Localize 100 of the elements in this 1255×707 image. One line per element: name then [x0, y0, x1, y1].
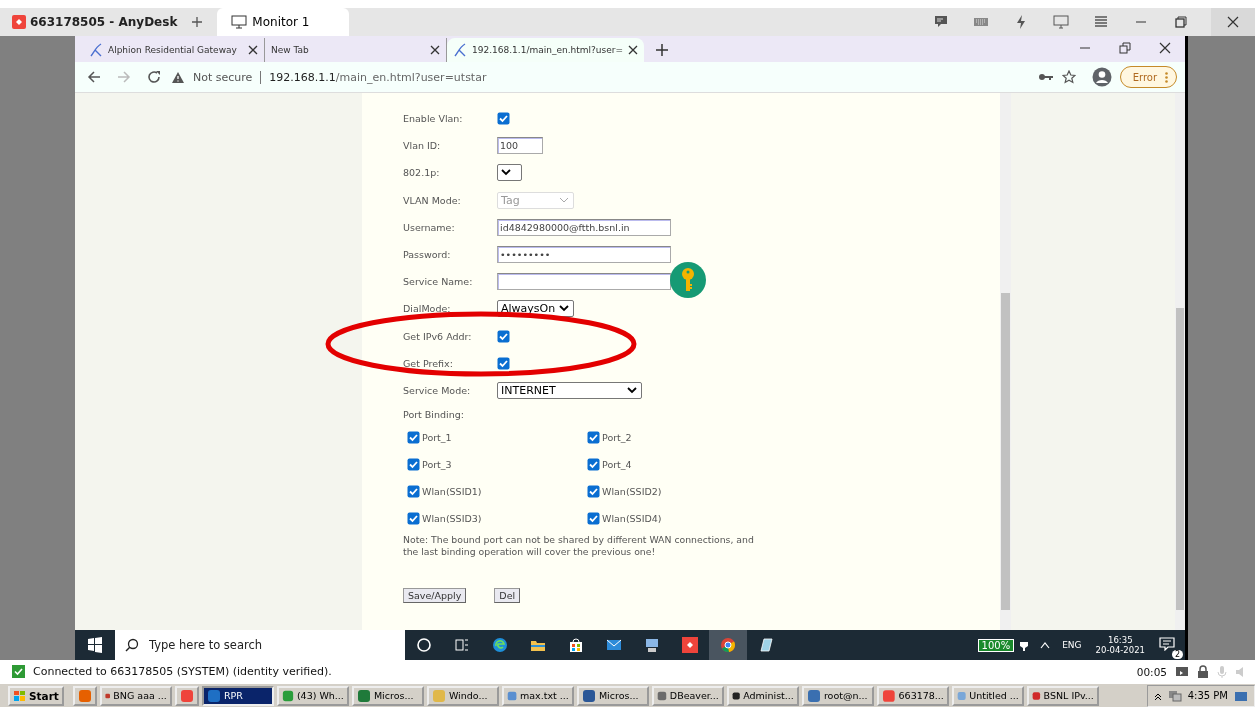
restore-icon[interactable]	[1119, 42, 1131, 54]
checkbox-label: Wlan(SSID3)	[422, 513, 482, 525]
checkbox-label: Port_1	[422, 432, 452, 444]
checkbox[interactable]	[587, 431, 600, 445]
profile-avatar-icon[interactable]	[1091, 67, 1112, 87]
status-message: Connected to 663178505 (SYSTEM) (identity verified).	[33, 665, 332, 679]
taskbar-button[interactable]: root@n...	[801, 685, 874, 706]
checkmark-icon	[12, 665, 25, 679]
site-logo-icon	[89, 43, 103, 57]
field-label: Enable Vlan:	[403, 113, 464, 125]
start-button[interactable]: Start	[8, 685, 64, 706]
notification-icon[interactable]	[1159, 637, 1175, 651]
chrome-icon[interactable]	[709, 630, 747, 660]
taskbar-app-icon[interactable]	[72, 685, 97, 706]
taskbar-button[interactable]: Micros...	[576, 685, 649, 706]
dropdown[interactable]	[497, 164, 522, 182]
checkbox[interactable]	[407, 485, 420, 499]
close-icon[interactable]	[430, 45, 440, 55]
checkbox[interactable]	[497, 356, 510, 370]
checkbox-label: Port_4	[602, 459, 632, 471]
browser-tab[interactable]: 192.168.1.1/main_en.html?user=	[447, 38, 644, 62]
field-label: Get Prefix:	[403, 357, 454, 369]
taskbar-button[interactable]: DBeaver...	[651, 685, 724, 706]
search-field[interactable]: Type here to search	[115, 630, 405, 660]
app-icon	[581, 688, 596, 703]
taskbar-button[interactable]: BSNL IPv...	[1026, 685, 1099, 706]
taskbar-button[interactable]: Windo...	[426, 685, 499, 706]
new-tab-icon[interactable]	[655, 44, 668, 56]
taskbar-button[interactable]: Untitled ...	[951, 685, 1024, 706]
new-tab-icon[interactable]	[191, 16, 204, 28]
taskbar-button[interactable]: RPR	[201, 685, 274, 706]
checkbox[interactable]	[407, 431, 420, 445]
close-icon[interactable]	[627, 45, 638, 55]
back-arrow-icon[interactable]	[87, 70, 101, 84]
close-icon[interactable]	[248, 45, 258, 55]
error-button[interactable]: Error	[1119, 66, 1177, 88]
battery-indicator: 100%	[977, 638, 1015, 652]
screen-icon[interactable]	[1175, 665, 1189, 678]
notification-count: 2	[1171, 650, 1183, 659]
taskbar-button[interactable]: 663178...	[876, 685, 949, 706]
scrollbar-thumb[interactable]	[1176, 308, 1184, 610]
field-label: Username:	[403, 221, 456, 233]
checkbox[interactable]	[587, 512, 600, 526]
key-icon[interactable]	[1037, 72, 1054, 82]
bookmark-star-icon[interactable]	[1061, 70, 1076, 84]
app-icon	[281, 688, 294, 703]
checkbox-label: Port_2	[602, 432, 632, 444]
key-badge-icon[interactable]	[670, 262, 706, 298]
chevron-up-icon[interactable]	[1040, 641, 1051, 649]
checkbox[interactable]	[587, 458, 600, 472]
field-label: Service Mode:	[403, 384, 472, 396]
clock-time[interactable]: 4:35 PM	[1187, 690, 1228, 702]
checkbox[interactable]	[497, 112, 510, 126]
form-button[interactable]: Save/Apply	[403, 588, 467, 604]
monitor-tab[interactable]: Monitor 1	[217, 8, 350, 36]
checkbox-label: Port_3	[422, 459, 452, 471]
chat-icon[interactable]	[933, 14, 949, 30]
input-field[interactable]	[497, 273, 671, 291]
checkbox[interactable]	[407, 512, 420, 526]
desktop-icon[interactable]	[1234, 689, 1248, 702]
taskbar-button[interactable]: BNG aaa ...	[99, 685, 172, 706]
field-label: Password:	[403, 249, 452, 261]
close-icon[interactable]	[1159, 42, 1171, 54]
restore-icon[interactable]	[1173, 14, 1189, 30]
network-icon[interactable]	[1167, 689, 1182, 702]
section-heading: Port Binding:	[403, 408, 465, 420]
clock-time[interactable]: 16:35	[1108, 635, 1133, 645]
checkbox[interactable]	[407, 458, 420, 472]
input-field[interactable]: 100	[497, 137, 543, 155]
chevron-up-icon[interactable]	[1153, 691, 1162, 700]
caret-icon	[501, 169, 511, 177]
taskbar-app-icon[interactable]	[174, 685, 199, 706]
scrollbar-thumb[interactable]	[1001, 293, 1010, 610]
security-label: Not secure	[193, 70, 262, 84]
checkbox[interactable]	[587, 485, 600, 499]
windows-flag-icon	[13, 689, 27, 702]
taskbar-button[interactable]: Administ...	[726, 685, 799, 706]
taskbar-button[interactable]: max.txt ...	[501, 685, 574, 706]
taskbar-button[interactable]: Micros...	[351, 685, 424, 706]
checkbox[interactable]	[497, 329, 510, 343]
search-input[interactable]: Type here to search	[147, 637, 391, 653]
address-field[interactable]: 192.168.1.1/main_en.html?user=utstar	[269, 70, 487, 84]
menu-icon[interactable]	[1093, 14, 1109, 30]
caret-icon	[559, 196, 569, 204]
monitor-icon[interactable]	[1053, 14, 1069, 30]
reload-icon[interactable]	[147, 70, 161, 84]
taskbar-button[interactable]: (43) Wh...	[276, 685, 349, 706]
windows-start-icon[interactable]	[87, 637, 103, 653]
lock-icon[interactable]	[1197, 665, 1209, 679]
app-icon	[356, 688, 371, 703]
field-label: Get IPv6 Addr:	[403, 330, 473, 342]
input-field[interactable]: id4842980000@ftth.bsnl.in	[497, 218, 671, 236]
session-tab[interactable]: 663178505 - AnyDesk	[12, 15, 178, 29]
clock-date[interactable]: 20-04-2021	[1095, 645, 1145, 655]
input-field[interactable]: •••••••••	[497, 246, 671, 264]
warning-icon	[171, 70, 185, 84]
monitor-icon	[231, 15, 248, 29]
language-indicator[interactable]: ENG	[1062, 640, 1082, 650]
form-button[interactable]: Del	[494, 588, 521, 604]
dropdown[interactable]: INTERNET	[497, 381, 642, 399]
